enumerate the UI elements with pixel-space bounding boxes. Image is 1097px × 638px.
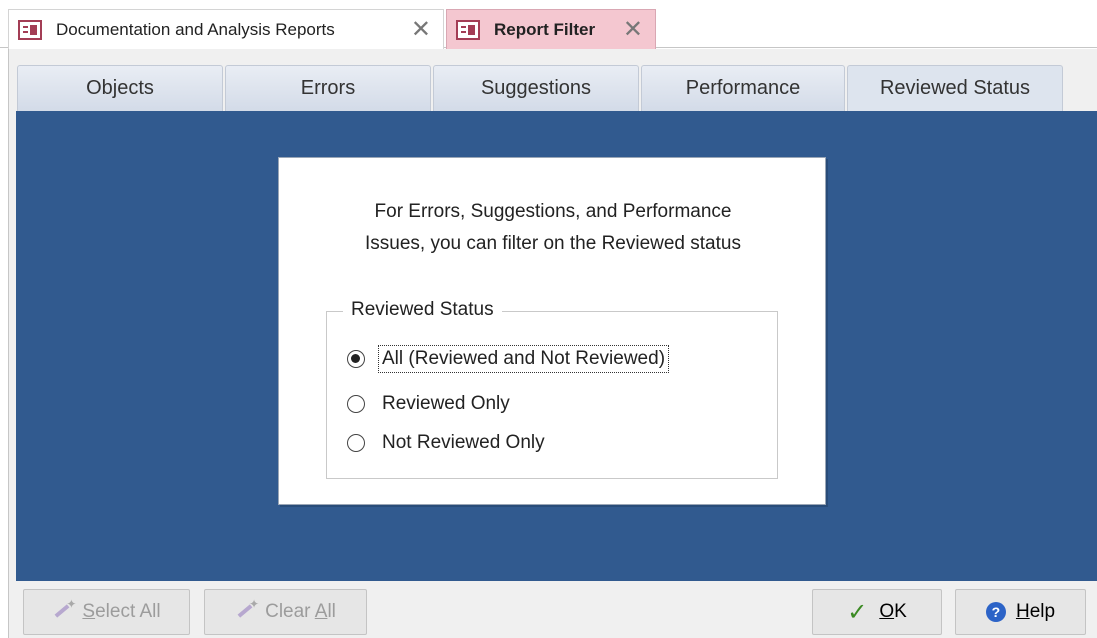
- button-label: Select All: [82, 601, 161, 622]
- select-all-button[interactable]: Select All: [23, 589, 190, 635]
- tab-performance[interactable]: Performance: [641, 65, 845, 111]
- radio-icon[interactable]: [347, 434, 365, 452]
- option-label: All (Reviewed and Not Reviewed): [377, 345, 670, 373]
- help-button[interactable]: ? Help: [955, 589, 1086, 635]
- button-label: OK: [879, 601, 907, 622]
- option-label: Reviewed Only: [382, 393, 510, 414]
- radio-icon[interactable]: [347, 395, 365, 413]
- group-label: Reviewed Status: [343, 299, 502, 321]
- option-reviewed-only[interactable]: Reviewed Only: [347, 391, 513, 417]
- tab-objects[interactable]: Objects: [17, 65, 223, 111]
- option-all[interactable]: All (Reviewed and Not Reviewed): [347, 345, 670, 373]
- doc-tab-label: Report Filter: [494, 19, 596, 39]
- close-icon[interactable]: ✕: [623, 17, 643, 42]
- help-icon: ?: [985, 602, 1006, 622]
- tab-content-area: For Errors, Suggestions, and Performance…: [16, 111, 1097, 581]
- checkmark-icon: ✓: [847, 598, 868, 626]
- tab-suggestions[interactable]: Suggestions: [433, 65, 639, 111]
- close-icon[interactable]: ✕: [411, 17, 431, 42]
- tab-errors[interactable]: Errors: [225, 65, 431, 111]
- doc-tab-label: Documentation and Analysis Reports: [56, 19, 335, 39]
- report-filter-form: Objects Errors Suggestions Performance R…: [8, 49, 1097, 638]
- button-label: Help: [1015, 601, 1056, 622]
- radio-checked-icon[interactable]: [347, 350, 365, 368]
- select-all-icon: [52, 597, 76, 623]
- ok-button[interactable]: ✓ OK: [812, 589, 942, 635]
- page-tab-strip: Objects Errors Suggestions Performance R…: [17, 65, 1065, 111]
- form-icon: [18, 19, 42, 40]
- option-label: Not Reviewed Only: [382, 432, 545, 453]
- reviewed-status-group: Reviewed Status All (Reviewed and Not Re…: [326, 299, 778, 479]
- clear-all-icon: [235, 597, 259, 623]
- option-not-reviewed-only[interactable]: Not Reviewed Only: [347, 430, 548, 456]
- clear-all-button[interactable]: Clear All: [204, 589, 367, 635]
- doc-tab-documentation-reports[interactable]: Documentation and Analysis Reports ✕: [8, 9, 444, 49]
- tab-reviewed-status[interactable]: Reviewed Status: [847, 65, 1063, 111]
- form-icon: [456, 19, 480, 40]
- button-label: Clear All: [265, 601, 336, 622]
- panel-description: For Errors, Suggestions, and Performance…: [365, 201, 741, 254]
- reviewed-status-panel: For Errors, Suggestions, and Performance…: [278, 157, 826, 505]
- doc-tab-report-filter[interactable]: Report Filter ✕: [446, 9, 656, 49]
- document-tab-strip: Documentation and Analysis Reports ✕ Rep…: [0, 0, 1097, 49]
